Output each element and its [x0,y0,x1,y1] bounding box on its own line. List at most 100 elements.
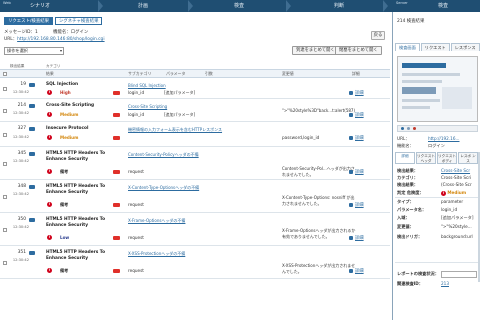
row-subcategory[interactable]: X-XSS-Protectionヘッダの不備 [128,251,185,257]
detail-link[interactable]: 詳細 [355,112,364,118]
row-time: 12:30:42 [12,135,29,139]
detail-link[interactable]: 詳細 [355,135,364,141]
kv-value: background:url [441,234,473,239]
table-row[interactable]: 350 12:30:42 HTML5 HTTP Headers To Enhan… [0,214,390,246]
tab-request-results[interactable]: リクエスト/検査結果 [4,17,53,25]
tab-response-detail[interactable]: レスポ ンス [458,152,478,164]
alert-icon: ! [47,202,52,207]
kv-key: 検出結果： [397,182,418,187]
row-title: HTML5 HTTP Headers To Enhance Security [46,250,106,261]
row-number: 327 [17,126,26,131]
row-time: 12:30:42 [12,192,29,196]
detail-link[interactable]: 詳細 [355,202,364,208]
row-subcategory[interactable]: Blind SQL Injection [128,83,166,88]
stage-scenario[interactable]: シナリオ [30,0,50,12]
fit-icon[interactable] [407,127,410,130]
close-icon[interactable] [113,113,120,117]
kv-detect-result: 検出結果： Cross-Site Scr [397,168,470,174]
back-button[interactable]: 戻る [371,31,385,40]
tab-request[interactable]: リクエスト [420,43,450,51]
kv-value[interactable]: Cross-Site Scr [441,168,470,173]
table-row[interactable]: 327 12:30:42 Insecure Protocol ! Medium … [0,123,390,147]
merge-open-button[interactable]: 到達をまとめて開く [292,46,339,55]
stage-plan[interactable]: 計画 [138,0,148,12]
detail-link[interactable]: 詳細 [355,90,364,96]
row-number: 348 [17,184,26,189]
tab-signature-results[interactable]: シグネチャ検査結果 [55,17,103,25]
row-number: 19 [20,82,26,87]
table-row[interactable]: 351 12:30:42 HTML5 HTTP Headers To Enhan… [0,247,390,279]
kv-value: login_id [441,207,458,212]
stage-inspect[interactable]: 検査 [234,0,244,12]
marker-icon[interactable] [413,127,416,130]
row-parameter: request [128,268,144,273]
kv-value: ">"%20style... [441,224,472,229]
select-all-checkbox[interactable] [3,72,7,76]
detail-icon [349,136,353,140]
close-icon[interactable] [113,203,120,207]
detail-icon [349,203,353,207]
process-bar: Web シナリオ 計画 検査 判断 Server 検査 [0,0,480,12]
stage-judge[interactable]: 判断 [334,0,344,12]
tab-request-header[interactable]: リクエスト ヘッダ [416,152,436,164]
row-subcategory[interactable]: X-Frame-Optionsヘッダの不備 [128,218,185,224]
kv-key: パラメータ名： [397,207,427,212]
flag-icon[interactable] [29,83,35,87]
detail-link[interactable]: 詳細 [355,169,364,175]
operation-select[interactable]: 操作を選択 ▾ [4,47,64,55]
detail-icon [349,236,353,240]
close-icon[interactable] [113,136,120,140]
chevron-down-icon: ▾ [59,48,62,53]
flag-icon[interactable] [29,185,35,189]
kv-key: 入域： [397,215,410,220]
row-number: 345 [17,151,26,156]
row-parameter: request [128,235,144,240]
table-row[interactable]: 348 12:30:42 HTML5 HTTP Headers To Enhan… [0,181,390,213]
preview-block [402,99,440,102]
preview-block [402,80,442,83]
row-subcategory[interactable]: 機密情報の入力フォーム表示を含むHTTPレスポンス [128,127,222,133]
stage-inspect-2[interactable]: 検査 [438,0,448,12]
url-link[interactable]: http://192.168.80.146:80/shop/login.cgi [17,37,104,42]
close-icon[interactable] [113,91,120,95]
tab-request-body[interactable]: リクエスト ボディ [437,152,457,164]
report-status-input[interactable] [441,271,477,278]
row-subcategory[interactable]: X-Content-Type-Optionsヘッダの不備 [128,185,199,191]
preview-block [402,63,446,68]
header-parameter: パラメータ [166,71,186,76]
screenshot-preview[interactable] [397,56,478,122]
kv-severity: 判定 危険度： ! Medium [397,190,466,196]
table-row[interactable]: 19 12:30:42 SQL Injection ! High Blind S… [0,79,390,99]
close-icon[interactable] [113,170,120,174]
kv-key: タイプ： [397,199,414,204]
row-subcategory[interactable]: Cross-Site Scripting [128,104,167,109]
close-open-button[interactable]: 閉塞をまとめて開く [335,46,382,55]
row-subcategory[interactable]: Content-Security-Policyヘッダの不備 [128,152,199,158]
kv-value[interactable]: 213 [441,281,449,286]
alert-icon: ! [47,112,52,117]
flag-icon[interactable] [29,104,35,108]
severity-badge: 備考 [60,268,69,273]
severity-badge: Medium [60,135,79,140]
row-title: HTML5 HTTP Headers To Enhance Security [46,184,106,195]
tab-response[interactable]: レスポンス [450,43,480,51]
table-row[interactable]: 345 12:30:42 HTML5 HTTP Headers To Enhan… [0,148,390,180]
flag-icon[interactable] [29,218,35,222]
detail-url-link[interactable]: http://192.16... [428,136,459,141]
row-argument: [追加パラメータ] [164,112,196,117]
kv-param-name: パラメータ名： login_id [397,207,457,213]
tab-inspect-screen[interactable]: 検査画面 [395,43,420,51]
detail-link[interactable]: 詳細 [355,268,364,274]
flag-icon[interactable] [29,127,35,131]
detail-link[interactable]: 詳細 [355,235,364,241]
row-title: HTML5 HTTP Headers To Enhance Security [46,151,106,162]
close-icon[interactable] [113,269,120,273]
flag-icon[interactable] [29,152,35,156]
zoom-icon[interactable] [401,127,404,130]
close-icon[interactable] [113,236,120,240]
table-row[interactable]: 214 12:30:42 Cross-Site Scripting ! Medi… [0,100,390,122]
tab-details[interactable]: 詳細 [395,152,415,164]
operation-select-value: 操作を選択 [7,48,28,53]
function-name-value: ログイン [70,30,89,35]
flag-icon[interactable] [29,251,35,255]
